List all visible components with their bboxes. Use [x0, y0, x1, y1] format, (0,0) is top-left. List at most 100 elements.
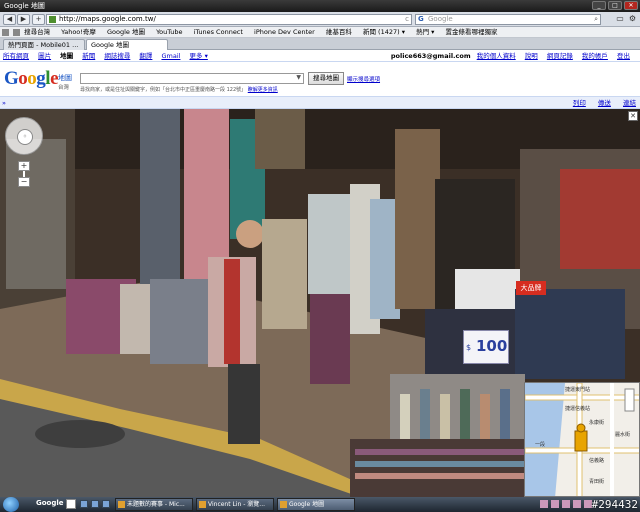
favicon-icon [49, 16, 56, 23]
profile-link[interactable]: 我的個人資料 [477, 52, 516, 60]
tray-icon[interactable] [540, 500, 548, 508]
chevron-down-icon[interactable]: ▼ [296, 74, 301, 81]
bookmark-icon [2, 29, 9, 36]
google-toolbar-brand: Google [36, 499, 64, 507]
bookmark-item[interactable]: 新聞 (1427) ▾ [363, 28, 405, 36]
currency-symbol: $ [466, 343, 472, 352]
map-label: 捷運東門站 [565, 387, 591, 393]
bookmark-item[interactable]: iPhone Dev Center [254, 28, 315, 36]
bookmark-item[interactable]: iTunes Connect [194, 28, 243, 36]
maps-header: Google 地圖 台灣 ▼ 搜尋地圖 顯示搜尋選項 尋找商家，或是住址與關鍵字… [0, 62, 640, 96]
nav-link-blogsearch[interactable]: 網誌搜尋 [104, 52, 130, 60]
url-bar[interactable]: http://maps.google.com.tw/ c [46, 14, 412, 25]
tray-icon[interactable] [562, 500, 570, 508]
map-label: 捷運信義站 [565, 406, 591, 412]
link-link[interactable]: 連結 [623, 99, 636, 107]
search-icon[interactable]: ⌕ [594, 15, 598, 24]
bookmark-item[interactable]: Yahoo!奇摩 [61, 28, 96, 36]
history-link[interactable]: 網頁記錄 [547, 52, 573, 60]
maximize-button[interactable]: □ [608, 1, 622, 10]
map-label: 麗水街 [615, 432, 631, 438]
send-link[interactable]: 傳送 [598, 99, 611, 107]
nav-link-news[interactable]: 新聞 [82, 52, 95, 60]
bookmarks-bar: 搜尋台灣 Yahoo!奇摩 Google 地圖 YouTube iTunes C… [0, 27, 640, 38]
account-link[interactable]: 我的帳戶 [582, 52, 608, 60]
nav-link-translate[interactable]: 翻譯 [139, 52, 152, 60]
search-maps-button[interactable]: 搜尋地圖 [308, 72, 344, 85]
user-email: police663@gmail.com [390, 52, 471, 60]
window-title: Google 地圖 [4, 2, 45, 10]
taskbar-search-input[interactable] [66, 499, 76, 509]
minimize-button[interactable]: _ [592, 1, 606, 10]
bookmark-item[interactable]: 置金條看哪裡獨家 [446, 28, 498, 36]
back-button[interactable]: ◀ [3, 14, 16, 25]
google-nav-bar: 所有網頁 圖片 地圖 新聞 網誌搜尋 翻譯 Gmail 更多 ▾ police6… [0, 51, 640, 62]
map-label: 信義路 [589, 458, 605, 464]
start-button[interactable] [3, 497, 19, 512]
reload-icon[interactable]: c [405, 15, 409, 24]
tab-google-maps[interactable]: Google 地圖 [86, 39, 168, 50]
bookmark-item[interactable]: 搜尋台灣 [24, 28, 50, 36]
bookmark-item[interactable]: 熱門 ▾ [416, 28, 434, 36]
product-name: 地圖 [58, 74, 72, 82]
map-toolbar: » 列印 傳送 連結 [0, 96, 640, 109]
forward-button[interactable]: ▶ [17, 14, 30, 25]
zoom-in-button[interactable]: + [18, 161, 30, 171]
bookmark-icon [13, 29, 20, 36]
watermark-text: #294432 [591, 498, 638, 511]
nav-link-web[interactable]: 所有網頁 [3, 52, 29, 60]
tray-icon[interactable] [573, 500, 581, 508]
bookmark-item[interactable]: 維基百科 [326, 28, 352, 36]
system-tray [540, 500, 592, 508]
nav-link-gmail[interactable]: Gmail [161, 52, 180, 60]
street-view-panorama[interactable]: ◦ + − ✕ 大品牌 $ 100 捷運東門站 捷運信義站 一段 永康街 信義路… [0, 109, 640, 497]
price-value: 100 [476, 337, 508, 355]
bookmark-item[interactable]: Google 地圖 [107, 28, 145, 36]
page-menu-icon[interactable]: ▭ [616, 14, 624, 23]
zoom-out-button[interactable]: − [18, 177, 30, 187]
taskbar-item[interactable]: Vincent Lin - 瀏覽... [196, 498, 274, 511]
help-link[interactable]: 說明 [525, 52, 538, 60]
windows-taskbar: Google 未題數的賽事 - Mic... Vincent Lin - 瀏覽.… [0, 497, 640, 512]
pan-control[interactable]: ◦ [5, 117, 43, 155]
browser-search-input[interactable]: G Google ⌕ [415, 14, 601, 25]
app-icon [118, 501, 125, 508]
browser-navbar: ◀ ▶ + http://maps.google.com.tw/ c G Goo… [0, 12, 640, 27]
tab-mobile01[interactable]: 熱門頁面 - Mobile01 ... [3, 39, 85, 50]
map-label: 青田街 [589, 479, 605, 485]
mini-map[interactable]: 捷運東門站 捷運信義站 一段 永康街 信義路 麗水街 青田街 [524, 382, 640, 497]
new-tab-button[interactable]: + [32, 14, 45, 25]
quicklaunch-icon[interactable] [91, 500, 99, 508]
search-hint: 尋找商家，或是住址與關鍵字，例如「台北市中正區重慶南路一段 122號」 瞭解更多… [80, 87, 278, 93]
collapse-panel-button[interactable]: » [2, 97, 6, 109]
taskbar-item-active[interactable]: Google 地圖 [277, 498, 355, 511]
print-link[interactable]: 列印 [573, 99, 586, 107]
quicklaunch-icon[interactable] [80, 500, 88, 508]
close-window-button[interactable]: ✕ [624, 1, 638, 10]
show-search-options-link[interactable]: 顯示搜尋選項 [347, 75, 380, 83]
learn-more-link[interactable]: 瞭解更多資訊 [248, 87, 278, 93]
tools-gear-icon[interactable]: ⚙ [629, 14, 636, 23]
window-titlebar: Google 地圖 _ □ ✕ [0, 0, 640, 12]
nav-link-more[interactable]: 更多 ▾ [190, 52, 208, 60]
url-text: http://maps.google.com.tw/ [59, 15, 156, 23]
app-icon [280, 501, 287, 508]
google-logo[interactable]: Google [4, 68, 58, 90]
nav-link-images[interactable]: 圖片 [38, 52, 51, 60]
search-engine-icon: G [418, 15, 424, 23]
bookmark-item[interactable]: YouTube [156, 28, 182, 36]
search-placeholder: Google [428, 15, 453, 23]
tray-icon[interactable] [551, 500, 559, 508]
map-label: 一段 [535, 442, 546, 448]
taskbar-item[interactable]: 未題數的賽事 - Mic... [115, 498, 193, 511]
app-icon [199, 501, 206, 508]
close-street-view-button[interactable]: ✕ [628, 111, 638, 121]
quicklaunch-icon[interactable] [102, 500, 110, 508]
compass-icon[interactable]: ◦ [17, 129, 33, 145]
tab-strip: 熱門頁面 - Mobile01 ... Google 地圖 [0, 38, 640, 50]
maps-search-input[interactable]: ▼ [80, 73, 304, 84]
signout-link[interactable]: 登出 [617, 52, 630, 60]
nav-link-maps: 地圖 [60, 52, 74, 60]
mini-map-graphic [525, 383, 639, 496]
zoom-control: + − [18, 161, 30, 189]
